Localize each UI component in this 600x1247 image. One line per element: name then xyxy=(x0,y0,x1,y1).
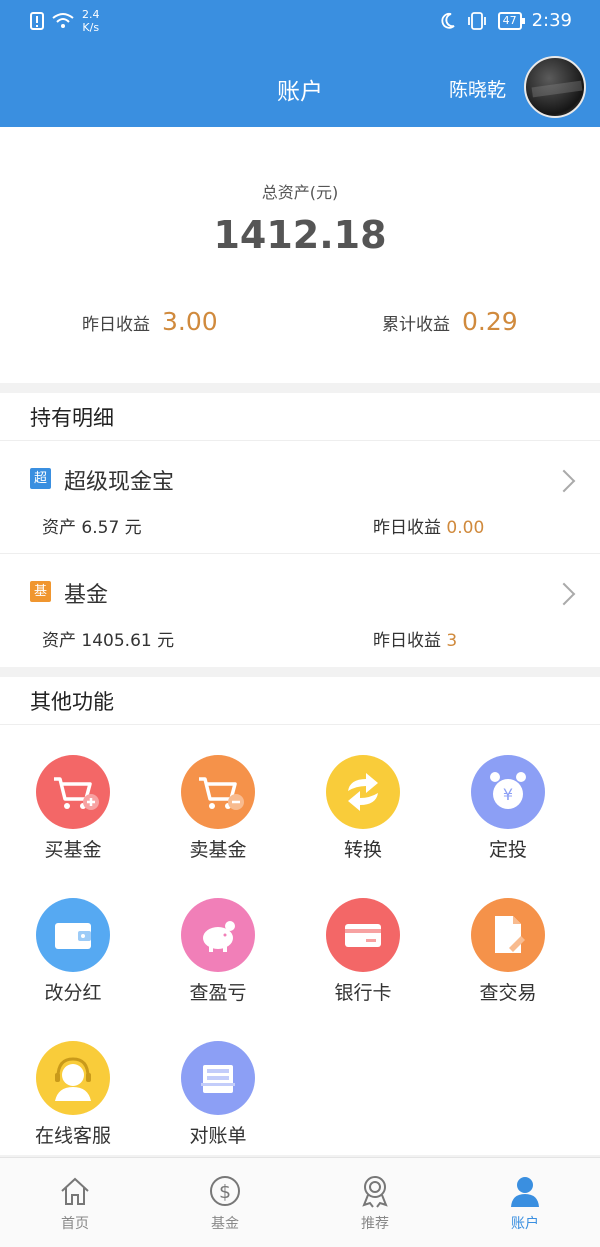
features-section: 其他功能 买基金 卖基金 转换 ¥ 定投 改分红 查盈亏 银行卡 查交易 在线客… xyxy=(0,677,600,1155)
feature-statement[interactable]: 对账单 xyxy=(145,1041,291,1161)
feature-label: 改分红 xyxy=(44,982,102,1004)
chevron-right-icon xyxy=(552,469,576,493)
bottom-tab-bar: 首页 $ 基金 推荐 账户 xyxy=(0,1157,600,1247)
clock: 2:39 xyxy=(531,10,572,31)
feature-label: 查盈亏 xyxy=(189,982,247,1004)
alarm-clock-yen-icon: ¥ xyxy=(471,755,545,829)
cumulative-income-label: 累计收益 xyxy=(382,315,450,335)
battery-indicator: 47 xyxy=(497,11,525,30)
tab-label: 首页 xyxy=(61,1216,89,1232)
feature-sell-fund[interactable]: 卖基金 xyxy=(145,755,291,875)
cart-plus-icon xyxy=(36,755,110,829)
feature-transactions[interactable]: 查交易 xyxy=(435,898,581,1018)
tab-fund[interactable]: $ 基金 xyxy=(150,1158,300,1247)
dollar-circle-icon: $ xyxy=(210,1176,240,1206)
holding-income-value: 3 xyxy=(446,631,458,651)
holding-item-cash[interactable]: 超 超级现金宝 资产 6.57 元 昨日收益 0.00 xyxy=(0,441,600,554)
status-left: 2.4 K/s xyxy=(30,8,100,34)
status-right: 47 2:39 xyxy=(440,10,572,31)
yesterday-income: 昨日收益 3.00 xyxy=(82,307,218,336)
feature-bank-card[interactable]: 银行卡 xyxy=(290,898,436,1018)
feature-fixed-investment[interactable]: ¥ 定投 xyxy=(435,755,581,875)
network-speed-value: 2.4 xyxy=(82,8,100,21)
document-edit-icon xyxy=(471,898,545,972)
feature-convert[interactable]: 转换 xyxy=(290,755,436,875)
tab-label: 推荐 xyxy=(361,1216,389,1232)
holding-income-value: 0.00 xyxy=(446,518,485,538)
wallet-icon xyxy=(36,898,110,972)
holding-tag: 超 xyxy=(30,468,51,489)
features-title: 其他功能 xyxy=(0,677,600,725)
cumulative-income-value: 0.29 xyxy=(462,307,518,336)
holding-name: 基金 xyxy=(64,583,109,608)
feature-label: 银行卡 xyxy=(334,982,392,1004)
username[interactable]: 陈晓乾 xyxy=(449,75,506,102)
bank-card-icon xyxy=(326,898,400,972)
feature-label: 买基金 xyxy=(44,839,102,861)
feature-label: 对账单 xyxy=(189,1125,247,1147)
holdings-section: 持有明细 超 超级现金宝 资产 6.57 元 昨日收益 0.00 基 基金 资产… xyxy=(0,393,600,667)
feature-dividend[interactable]: 改分红 xyxy=(0,898,146,1018)
holding-tag: 基 xyxy=(30,581,51,602)
feature-label: 在线客服 xyxy=(34,1125,111,1147)
app-header: 账户 陈晓乾 xyxy=(0,44,600,127)
avatar[interactable] xyxy=(524,56,586,118)
holding-name: 超级现金宝 xyxy=(64,470,175,495)
feature-profit-loss[interactable]: 查盈亏 xyxy=(145,898,291,1018)
yesterday-income-label: 昨日收益 xyxy=(82,315,150,335)
asset-summary: 总资产(元) 1412.18 昨日收益 3.00 累计收益 0.29 xyxy=(0,127,600,383)
feature-customer-service[interactable]: 在线客服 xyxy=(0,1041,146,1161)
home-icon xyxy=(61,1177,89,1205)
moon-icon xyxy=(441,12,455,29)
tab-home[interactable]: 首页 xyxy=(0,1158,150,1247)
tab-account[interactable]: 账户 xyxy=(450,1158,600,1247)
svg-text:¥: ¥ xyxy=(503,785,513,804)
tab-label: 基金 xyxy=(211,1216,239,1232)
user-icon xyxy=(511,1177,539,1207)
cart-minus-icon xyxy=(181,755,255,829)
wifi-icon xyxy=(52,13,74,28)
holding-yesterday-income: 昨日收益 0.00 xyxy=(373,513,484,538)
cumulative-income: 累计收益 0.29 xyxy=(382,307,518,336)
total-assets-value: 1412.18 xyxy=(213,213,387,257)
total-assets-label: 总资产(元) xyxy=(261,183,339,202)
award-badge-icon xyxy=(362,1176,388,1208)
holdings-title: 持有明细 xyxy=(0,393,600,441)
feature-label: 定投 xyxy=(488,839,527,861)
status-bar: 2.4 K/s 47 2:39 xyxy=(0,0,600,44)
network-speed: 2.4 K/s xyxy=(82,8,100,34)
holding-yesterday-income: 昨日收益 3 xyxy=(373,626,457,651)
tab-label: 账户 xyxy=(511,1216,539,1232)
holding-item-fund[interactable]: 基 基金 资产 1405.61 元 昨日收益 3 xyxy=(0,554,600,667)
customer-service-icon xyxy=(36,1041,110,1115)
chevron-right-icon xyxy=(552,582,576,606)
holding-asset: 资产 6.57 元 xyxy=(42,518,142,538)
yesterday-income-value: 3.00 xyxy=(162,307,218,336)
exchange-icon xyxy=(326,755,400,829)
page-title: 账户 xyxy=(277,79,323,105)
svg-text:$: $ xyxy=(219,1181,231,1203)
feature-label: 转换 xyxy=(343,839,382,861)
vibrate-icon xyxy=(467,11,486,30)
holding-income-label: 昨日收益 xyxy=(373,631,447,651)
network-speed-unit: K/s xyxy=(82,21,100,34)
tab-recommend[interactable]: 推荐 xyxy=(300,1158,450,1247)
holding-asset: 资产 1405.61 元 xyxy=(42,631,175,651)
feature-label: 卖基金 xyxy=(189,839,247,861)
statement-icon xyxy=(181,1041,255,1115)
feature-label: 查交易 xyxy=(479,982,537,1004)
sim-alert-icon xyxy=(30,12,44,30)
feature-buy-fund[interactable]: 买基金 xyxy=(0,755,146,875)
holding-income-label: 昨日收益 xyxy=(373,518,447,538)
piggy-bank-icon xyxy=(181,898,255,972)
